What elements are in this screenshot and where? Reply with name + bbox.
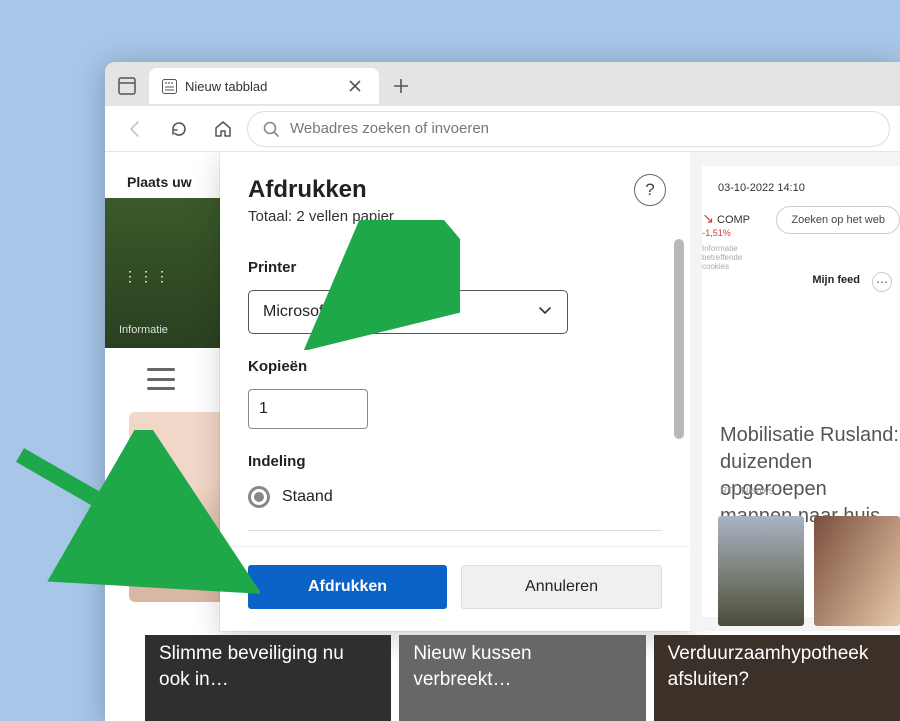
newtab-favicon [161,78,177,94]
page-content: Plaats uw ⋮⋮⋮ Informatie Afdrukken Totaa… [105,152,900,721]
printer-select[interactable]: Microsoft Print to PDF [248,290,568,334]
layout-portrait-option[interactable]: Staand [248,486,662,508]
preview-thumb-2 [814,516,900,626]
preview-more-icon: ⋯ [872,272,892,292]
print-title: Afdrukken [248,176,662,204]
copies-label: Kopieën [248,358,662,375]
titlebar: Nieuw tabblad [105,62,900,106]
tab-actions-icon[interactable] [111,70,143,102]
divider [248,530,662,531]
preview-thumbnails [718,516,900,626]
address-bar[interactable]: Webadres zoeken of invoeren [247,111,890,147]
new-tab-button[interactable] [385,70,417,102]
layout-label: Indeling [248,453,662,470]
chevron-down-icon [537,302,553,323]
preview-date: 03-10-2022 14:10 [718,182,884,194]
refresh-button[interactable] [159,109,199,149]
preview-source: RTL Nieuws [720,486,774,497]
search-icon [262,120,280,138]
help-button[interactable]: ? [634,174,666,206]
print-subtitle: Totaal: 2 vellen papier [248,208,662,225]
news-story-3[interactable]: Verduurzaamhypotheek afsluiten? [654,635,900,721]
ntp-top-text: Plaats uw [105,152,220,198]
preview-feed-label: Mijn feed [812,274,860,286]
preview-page[interactable]: 03-10-2022 14:10 ↘ COMP -1,51% Zoeken op… [702,166,900,617]
ntp-hero-info: Informatie [119,324,168,336]
home-button[interactable] [203,109,243,149]
preview-cookies-text: Informatie betreffende cookies [702,244,750,271]
print-button[interactable]: Afdrukken [248,565,447,609]
toolbar: Webadres zoeken of invoeren [105,106,900,152]
news-story-2[interactable]: Nieuw kussen verbreekt… [399,635,645,721]
browser-tab[interactable]: Nieuw tabblad [149,68,379,104]
news-story-1[interactable]: Slimme beveiliging nu ook in… [145,635,391,721]
preview-search-pill: Zoeken op het web [776,206,900,234]
browser-window: Nieuw tabblad Webadres zoeken of invoere… [105,62,900,721]
copies-value: 1 [259,400,268,418]
quick-links-icon[interactable]: ⋮⋮⋮ [123,268,171,285]
radio-icon [248,486,270,508]
copies-input[interactable]: 1 [248,389,368,429]
scrollbar[interactable] [674,239,684,546]
print-dialog: Afdrukken Totaal: 2 vellen papier ? Prin… [220,152,690,631]
news-strip: Slimme beveiliging nu ook in… Nieuw kuss… [145,635,900,721]
preview-stock-ticker: ↘ COMP -1,51% [702,210,750,239]
address-placeholder: Webadres zoeken of invoeren [290,120,489,137]
print-preview: 03-10-2022 14:10 ↘ COMP -1,51% Zoeken op… [690,152,900,631]
stock-down-icon: ↘ [702,210,714,226]
printer-value: Microsoft Print to PDF [263,303,419,321]
layout-option-label: Staand [282,488,333,506]
hamburger-icon[interactable] [147,368,175,390]
tab-title: Nieuw tabblad [185,79,267,94]
close-tab-button[interactable] [343,74,367,98]
printer-label: Printer [248,259,662,276]
back-button[interactable] [115,109,155,149]
ntp-hero-image: ⋮⋮⋮ Informatie [105,198,220,348]
preview-thumb-1 [718,516,804,626]
cancel-button[interactable]: Annuleren [461,565,662,609]
